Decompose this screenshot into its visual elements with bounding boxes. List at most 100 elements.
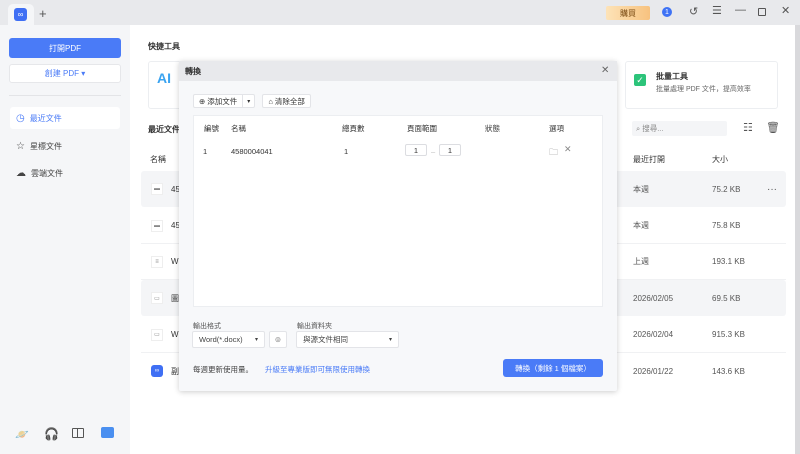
file-size: 75.8 KB xyxy=(712,221,741,230)
sidebar-item-starred[interactable]: ☆ 星標文件 xyxy=(10,135,120,157)
add-file-button[interactable]: ⊕ 添加文件 xyxy=(193,94,244,108)
batch-tool-card[interactable]: ✓ 批量工具 批量處理 PDF 文件，提高效率 xyxy=(625,61,778,109)
range-dash: – xyxy=(431,147,436,156)
file-name: 圖 xyxy=(171,293,179,303)
upgrade-link[interactable]: 升級至專業版即可無限使用轉換 xyxy=(265,364,370,375)
more-options-icon[interactable]: ··· xyxy=(767,184,777,195)
clock-icon: ◷ xyxy=(16,112,25,124)
clear-all-button[interactable]: ⌂ 清除全部 xyxy=(262,94,311,108)
convert-button[interactable]: 轉換（剩餘 1 個檔案） xyxy=(503,359,603,377)
sidebar-item-label: 最近文件 xyxy=(29,113,62,123)
home-tab[interactable]: ∞ xyxy=(8,4,34,25)
output-folder-label: 輸出資料夾 xyxy=(297,323,332,330)
add-file-dropdown[interactable]: ▾ xyxy=(243,94,256,108)
broom-icon: ⌂ xyxy=(268,96,273,106)
recent-title: 最近文件 xyxy=(148,125,180,134)
batch-tool-desc: 批量處理 PDF 文件，提高效率 xyxy=(656,86,751,93)
file-size: 69.5 KB xyxy=(712,293,741,303)
check-icon: ✓ xyxy=(634,74,646,86)
column-size: 大小 xyxy=(712,155,728,164)
maximize-icon[interactable] xyxy=(758,8,766,16)
file-thumbnail: ▭ xyxy=(151,328,163,341)
column-name: 名稱 xyxy=(231,124,246,133)
buy-button[interactable]: 購買 xyxy=(606,6,650,20)
gift-icon[interactable] xyxy=(101,427,114,438)
file-opened: 2026/02/05 xyxy=(633,293,674,303)
sidebar: 打開PDF 創建 PDF ▾ ◷ 最近文件 ☆ 星標文件 ☁ 雲端文件 🪐 🎧 xyxy=(0,25,130,454)
row-name: 4580004041 xyxy=(231,147,273,156)
notification-badge[interactable]: 1 xyxy=(662,7,672,17)
app-logo-icon: ∞ xyxy=(14,8,27,21)
file-name: W xyxy=(171,330,179,339)
file-opened: 上週 xyxy=(633,257,649,266)
list-view-icon[interactable]: ☷ xyxy=(743,121,753,134)
settings-icon[interactable]: ⊚ xyxy=(269,331,287,348)
scrollbar[interactable] xyxy=(795,25,800,454)
new-tab-button[interactable]: + xyxy=(39,6,47,21)
close-dialog-icon[interactable]: ✕ xyxy=(601,65,609,76)
column-opened: 最近打開 xyxy=(633,155,665,164)
column-name: 名稱 xyxy=(150,155,166,164)
remove-icon[interactable]: ✕ xyxy=(564,144,572,155)
planet-icon[interactable]: 🪐 xyxy=(15,428,29,441)
output-folder-value: 與源文件相同 xyxy=(303,335,348,344)
usage-note: 每週更新使用量。 xyxy=(193,365,253,374)
file-thumbnail: ▬ xyxy=(151,183,163,195)
sidebar-item-recent[interactable]: ◷ 最近文件 xyxy=(10,107,120,129)
trash-icon[interactable]: 🗑 xyxy=(766,121,780,134)
file-size: 75.2 KB xyxy=(712,184,741,194)
chevron-down-icon: ▾ xyxy=(254,337,258,343)
dialog-header: 轉換 xyxy=(179,61,617,81)
sidebar-item-cloud[interactable]: ☁ 雲端文件 xyxy=(10,162,120,184)
ai-label: AI xyxy=(157,70,171,86)
close-window-icon[interactable]: ✕ xyxy=(781,4,790,17)
output-format-select[interactable]: Word(*.docx) ▾ xyxy=(192,331,265,348)
file-size: 915.3 KB xyxy=(712,330,745,339)
minimize-icon[interactable]: — xyxy=(735,4,746,16)
output-folder-select[interactable]: 與源文件相同 ▾ xyxy=(296,331,399,348)
column-page-range: 頁面範圍 xyxy=(407,124,437,133)
sidebar-item-label: 雲端文件 xyxy=(31,168,63,178)
output-format-value: Word(*.docx) xyxy=(199,335,243,344)
file-table: 編號 名稱 總頁數 頁面範圍 狀態 選項 1 4580004041 1 1 – … xyxy=(193,115,603,307)
search-input[interactable]: ⌕ 搜尋... xyxy=(632,121,727,136)
book-icon[interactable] xyxy=(72,428,84,438)
file-opened: 本週 xyxy=(633,221,649,230)
file-thumbnail: ▭ xyxy=(151,292,163,304)
row-index: 1 xyxy=(203,147,208,156)
file-name: W xyxy=(171,257,179,266)
file-opened: 本週 xyxy=(633,184,649,194)
refresh-icon[interactable]: ↺ xyxy=(689,5,698,18)
column-index: 編號 xyxy=(204,124,219,133)
page-from-input[interactable]: 1 xyxy=(405,144,427,156)
quick-tools-title: 快捷工具 xyxy=(148,42,180,51)
menu-icon[interactable]: ☰ xyxy=(712,4,722,17)
cloud-icon: ☁ xyxy=(16,167,26,179)
column-status: 狀態 xyxy=(485,124,500,133)
file-size: 193.1 KB xyxy=(712,257,745,266)
file-opened: 2026/01/22 xyxy=(633,366,674,376)
clear-all-label: 清除全部 xyxy=(274,96,305,106)
create-pdf-button[interactable]: 創建 PDF ▾ xyxy=(9,64,121,83)
chevron-down-icon: ▾ xyxy=(388,337,392,343)
open-pdf-button[interactable]: 打開PDF xyxy=(9,38,121,58)
pdf-file-icon: ∞ xyxy=(151,365,163,377)
sidebar-item-label: 星標文件 xyxy=(29,141,62,151)
file-thumbnail: ≡ xyxy=(151,255,163,268)
file-thumbnail: ▬ xyxy=(151,219,163,232)
star-icon: ☆ xyxy=(16,140,25,152)
batch-tool-title: 批量工具 xyxy=(656,72,688,81)
plus-circle-icon: ⊕ xyxy=(199,96,206,106)
file-name: 副 xyxy=(171,366,179,376)
convert-dialog: 轉換 ✕ ⊕ 添加文件 ▾ ⌂ 清除全部 編號 名稱 總頁數 頁面範圍 狀態 選項 … xyxy=(179,61,617,391)
folder-icon[interactable]: 🗀 xyxy=(549,145,558,161)
column-options: 選項 xyxy=(549,124,564,133)
row-pages: 1 xyxy=(344,147,349,156)
add-file-label: 添加文件 xyxy=(207,96,238,106)
page-to-input[interactable]: 1 xyxy=(439,144,461,156)
dialog-title: 轉換 xyxy=(185,66,201,76)
search-icon: ⌕ xyxy=(636,123,641,133)
title-bar: ∞ + 購買 1 ↺ ☰ — ✕ xyxy=(0,0,800,25)
file-size: 143.6 KB xyxy=(712,366,745,376)
headset-icon[interactable]: 🎧 xyxy=(44,427,59,441)
